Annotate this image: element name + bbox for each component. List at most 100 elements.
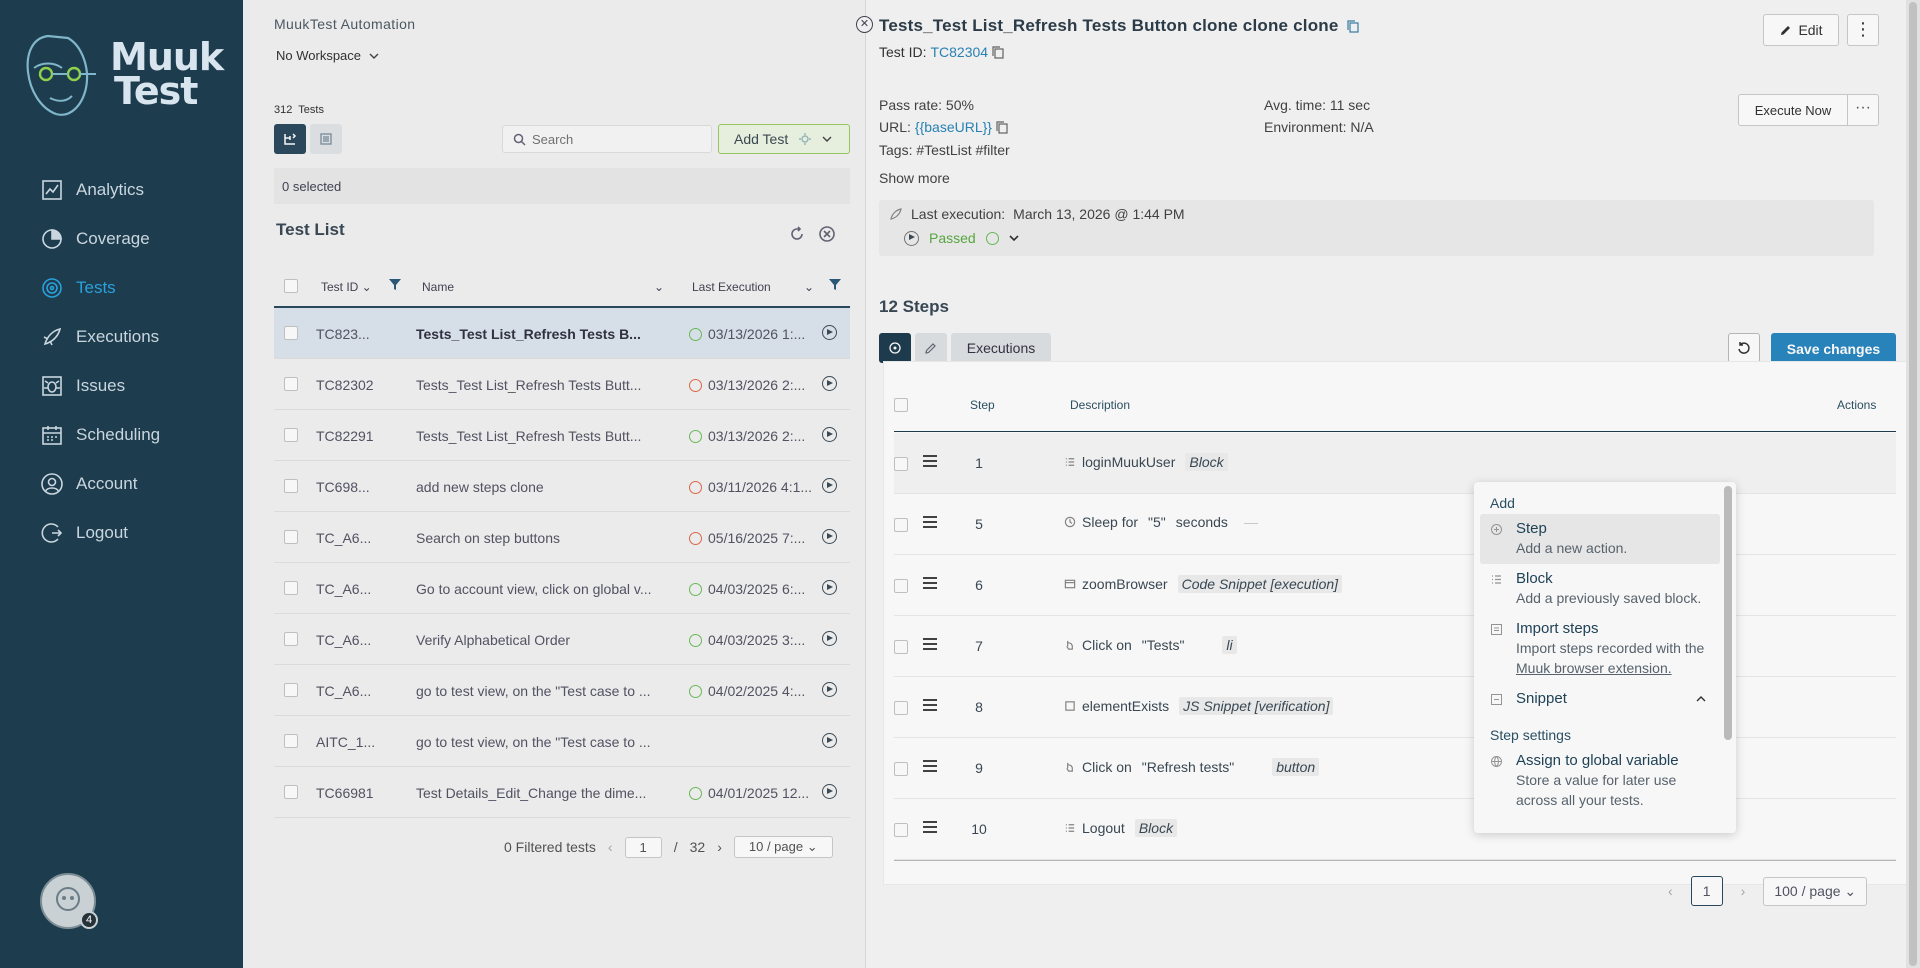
- nav-item-coverage[interactable]: Coverage: [0, 214, 243, 263]
- run-test-button[interactable]: [822, 580, 837, 598]
- menu-scrollbar[interactable]: [1724, 486, 1732, 740]
- next-page-icon[interactable]: ›: [1741, 883, 1746, 899]
- test-row[interactable]: TC698... add new steps clone 03/11/2026 4:…: [274, 461, 850, 512]
- search-input[interactable]: [532, 131, 702, 147]
- step-row[interactable]: 7 Click on "Tests" li: [894, 616, 1896, 677]
- column-test-id[interactable]: Test ID ⌄: [321, 280, 372, 294]
- row-checkbox[interactable]: [284, 530, 298, 544]
- undo-button[interactable]: [1728, 333, 1760, 363]
- step-checkbox[interactable]: [894, 762, 908, 776]
- row-checkbox[interactable]: [284, 683, 298, 697]
- run-test-button[interactable]: [822, 784, 837, 802]
- step-row[interactable]: 10 Logout Block: [894, 799, 1896, 860]
- test-row[interactable]: TC_A6... Go to account view, click on glo…: [274, 563, 850, 614]
- workspace-select[interactable]: No Workspace: [276, 48, 379, 63]
- test-name[interactable]: go to test view, on the "Test case to ..…: [416, 734, 666, 750]
- nav-item-issues[interactable]: Issues: [0, 361, 243, 410]
- step-row[interactable]: 9 Click on "Refresh tests" button: [894, 738, 1896, 799]
- prev-page-icon[interactable]: ‹: [608, 839, 613, 855]
- test-row[interactable]: AITC_1... go to test view, on the "Test c…: [274, 716, 850, 767]
- current-page[interactable]: 1: [1690, 876, 1723, 906]
- test-row[interactable]: TC66981 Test Details_Edit_Change the dime…: [274, 767, 850, 818]
- play-icon[interactable]: [904, 230, 919, 246]
- test-row[interactable]: TC_A6... Search on step buttons 05/16/2025…: [274, 512, 850, 563]
- chevron-down-icon[interactable]: [1009, 234, 1019, 242]
- nav-item-logout[interactable]: Logout: [0, 508, 243, 557]
- clear-filter-icon[interactable]: [818, 225, 836, 243]
- row-checkbox[interactable]: [284, 632, 298, 646]
- nav-item-scheduling[interactable]: Scheduling: [0, 410, 243, 459]
- page-scrollbar[interactable]: [1906, 0, 1920, 968]
- drag-handle-icon[interactable]: [923, 455, 937, 470]
- step-row[interactable]: 6 zoomBrowser Code Snippet [execution]: [894, 555, 1896, 616]
- row-checkbox[interactable]: [284, 581, 298, 595]
- test-name[interactable]: Tests_Test List_Refresh Tests Butt...: [416, 377, 666, 393]
- url-value[interactable]: {{baseURL}}: [915, 119, 992, 135]
- copy-icon[interactable]: [992, 45, 1004, 59]
- test-row[interactable]: TC823... Tests_Test List_Refresh Tests B.…: [274, 308, 850, 359]
- menu-item-step[interactable]: Step Add a new action.: [1480, 514, 1720, 564]
- column-name[interactable]: Name: [422, 280, 454, 294]
- step-checkbox[interactable]: [894, 823, 908, 837]
- test-name[interactable]: Go to account view, click on global v...: [416, 581, 666, 597]
- add-test-button[interactable]: Add Test: [718, 124, 850, 154]
- chevron-down-icon[interactable]: ⌄: [804, 280, 814, 294]
- executions-tab[interactable]: Executions: [951, 333, 1051, 363]
- copy-icon[interactable]: [996, 120, 1008, 134]
- row-checkbox[interactable]: [284, 785, 298, 799]
- filter-icon[interactable]: [388, 277, 402, 294]
- more-options-button[interactable]: ⋮: [1847, 14, 1879, 46]
- execute-now-button[interactable]: Execute Now: [1738, 94, 1848, 126]
- step-checkbox[interactable]: [894, 640, 908, 654]
- run-test-button[interactable]: [822, 325, 837, 343]
- run-test-button[interactable]: [822, 631, 837, 649]
- page-input[interactable]: 1: [624, 836, 662, 858]
- row-checkbox[interactable]: [284, 734, 298, 748]
- row-checkbox[interactable]: [284, 428, 298, 442]
- nav-item-analytics[interactable]: Analytics: [0, 165, 243, 214]
- copy-icon[interactable]: [1346, 19, 1359, 33]
- drag-handle-icon[interactable]: [923, 516, 937, 531]
- page-size-select[interactable]: 100 / page ⌄: [1763, 876, 1868, 906]
- next-page-icon[interactable]: ›: [717, 839, 722, 855]
- test-id-link[interactable]: TC82304: [930, 44, 988, 60]
- test-name[interactable]: add new steps clone: [416, 479, 666, 495]
- step-row[interactable]: 8 elementExists JS Snippet [verification]: [894, 677, 1896, 738]
- nav-item-account[interactable]: Account: [0, 459, 243, 508]
- test-name[interactable]: go to test view, on the "Test case to ..…: [416, 683, 666, 699]
- test-name[interactable]: Tests_Test List_Refresh Tests Butt...: [416, 428, 666, 444]
- row-checkbox[interactable]: [284, 479, 298, 493]
- test-row[interactable]: TC82291 Tests_Test List_Refresh Tests But…: [274, 410, 850, 461]
- test-row[interactable]: TC82302 Tests_Test List_Refresh Tests But…: [274, 359, 850, 410]
- step-checkbox[interactable]: [894, 518, 908, 532]
- muuktest-logo[interactable]: Muuk Test: [20, 28, 230, 120]
- run-test-button[interactable]: [822, 478, 837, 496]
- menu-item-block[interactable]: Block Add a previously saved block.: [1480, 564, 1720, 614]
- edit-steps-tab[interactable]: [915, 333, 947, 363]
- save-changes-button[interactable]: Save changes: [1771, 333, 1896, 365]
- drag-handle-icon[interactable]: [923, 577, 937, 592]
- filter-icon[interactable]: [828, 277, 842, 294]
- run-test-button[interactable]: [822, 529, 837, 547]
- select-all-steps-checkbox[interactable]: [894, 398, 908, 412]
- nav-item-executions[interactable]: Executions: [0, 312, 243, 361]
- edit-button[interactable]: Edit: [1763, 14, 1839, 46]
- step-row[interactable]: 5 Sleep for "5" seconds —: [894, 494, 1896, 555]
- menu-item-assign-global-variable[interactable]: Assign to global variable Store a value …: [1480, 746, 1720, 816]
- run-test-button[interactable]: [822, 376, 837, 394]
- chevron-down-icon[interactable]: ⌄: [654, 280, 664, 294]
- nav-item-tests[interactable]: Tests: [0, 263, 243, 312]
- steps-tab[interactable]: [879, 333, 911, 363]
- drag-handle-icon[interactable]: [923, 821, 937, 836]
- browser-extension-link[interactable]: Muuk browser extension.: [1516, 660, 1672, 676]
- show-more-link[interactable]: Show more: [879, 170, 950, 186]
- drag-handle-icon[interactable]: [923, 638, 937, 653]
- list-view-button[interactable]: [310, 124, 342, 154]
- test-row[interactable]: TC_A6... go to test view, on the "Test ca…: [274, 665, 850, 716]
- folder-view-button[interactable]: [274, 124, 306, 154]
- column-last-execution[interactable]: Last Execution: [692, 280, 771, 294]
- test-name[interactable]: Tests_Test List_Refresh Tests B...: [416, 326, 666, 342]
- row-checkbox[interactable]: [284, 377, 298, 391]
- step-checkbox[interactable]: [894, 579, 908, 593]
- step-checkbox[interactable]: [894, 457, 908, 471]
